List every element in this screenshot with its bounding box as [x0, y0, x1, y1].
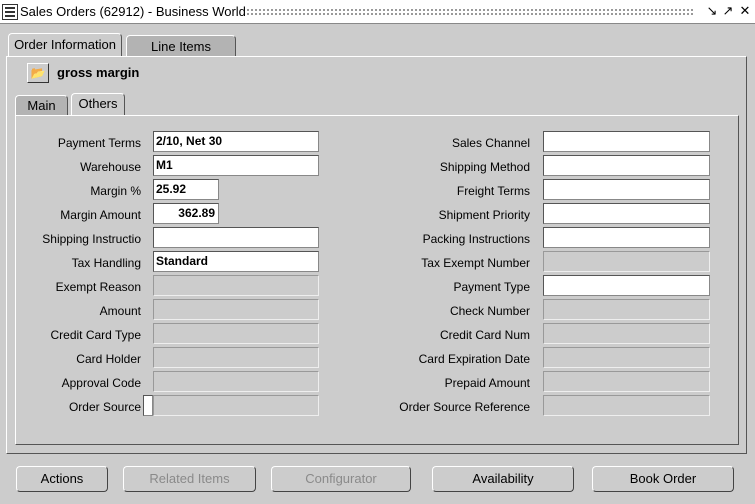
tax-handling-field[interactable]: Standard	[153, 251, 319, 272]
shipment-priority-field[interactable]	[543, 203, 710, 224]
order-source-label: Order Source	[68, 400, 141, 414]
tax-handling-label: Tax Handling	[71, 256, 141, 270]
actions-button[interactable]: Actions	[16, 466, 108, 492]
availability-button[interactable]: Availability	[432, 466, 574, 492]
tab-label: Main	[27, 98, 56, 113]
open-folder-icon[interactable]: 📂	[27, 63, 49, 83]
freight-terms-field[interactable]	[543, 179, 710, 200]
margin-percent-field[interactable]: 25.92	[153, 179, 219, 200]
window-title-bar[interactable]: Sales Orders (62912) - Business World ↘ …	[0, 0, 755, 24]
related-items-button[interactable]: Related Items	[123, 466, 256, 492]
amount-label: Amount	[99, 304, 141, 318]
order-source-reference-label: Order Source Reference	[399, 400, 530, 414]
exempt-reason-label: Exempt Reason	[55, 280, 141, 294]
payment-terms-label: Payment Terms	[57, 136, 141, 150]
prepaid-amount-field[interactable]	[543, 371, 710, 392]
sales-channel-label: Sales Channel	[451, 136, 530, 150]
configurator-button[interactable]: Configurator	[271, 466, 411, 492]
title-bar-grip	[246, 8, 693, 16]
packing-instructions-label: Packing Instructions	[422, 232, 530, 246]
shipping-instructions-field[interactable]	[153, 227, 319, 248]
payment-type-label: Payment Type	[453, 280, 531, 294]
shipping-method-field[interactable]	[543, 155, 710, 176]
order-information-panel: 📂 gross margin Main Others Payment Terms…	[6, 56, 747, 454]
tab-main[interactable]: Main	[15, 95, 68, 115]
approval-code-field[interactable]	[153, 371, 319, 392]
card-holder-label: Card Holder	[76, 352, 141, 366]
minimize-icon[interactable]: ↘	[704, 3, 720, 19]
freight-terms-label: Freight Terms	[456, 184, 530, 198]
credit-card-type-field[interactable]	[153, 323, 319, 344]
tab-line-items[interactable]: Line Items	[126, 35, 236, 57]
shipping-method-label: Shipping Method	[439, 160, 530, 174]
check-number-field[interactable]	[543, 299, 710, 320]
card-expiration-date-label: Card Expiration Date	[418, 352, 530, 366]
order-source-indicator	[143, 395, 153, 416]
order-source-reference-field[interactable]	[543, 395, 710, 416]
warehouse-label: Warehouse	[80, 160, 141, 174]
packing-instructions-field[interactable]	[543, 227, 710, 248]
book-order-button[interactable]: Book Order	[592, 466, 734, 492]
tab-others[interactable]: Others	[71, 93, 125, 115]
margin-amount-field[interactable]: 362.89	[153, 203, 219, 224]
payment-type-field[interactable]	[543, 275, 710, 296]
margin-percent-label: Margin %	[90, 184, 141, 198]
warehouse-field[interactable]: M1	[153, 155, 319, 176]
oracle-forms-icon	[2, 4, 18, 20]
maximize-icon[interactable]: ↗	[720, 3, 736, 19]
tax-exempt-number-label: Tax Exempt Number	[421, 256, 530, 270]
shipment-priority-label: Shipment Priority	[438, 208, 530, 222]
order-source-field[interactable]	[153, 395, 319, 416]
card-expiration-date-field[interactable]	[543, 347, 710, 368]
sales-channel-field[interactable]	[543, 131, 710, 152]
credit-card-type-label: Credit Card Type	[50, 328, 142, 342]
tab-label: Line Items	[151, 39, 211, 54]
credit-card-num-label: Credit Card Num	[439, 328, 530, 342]
close-icon[interactable]: ✕	[737, 3, 753, 19]
amount-field[interactable]	[153, 299, 319, 320]
tab-label: Order Information	[14, 37, 116, 52]
card-holder-field[interactable]	[153, 347, 319, 368]
prepaid-amount-label: Prepaid Amount	[444, 376, 530, 390]
shipping-instructions-label: Shipping Instructio	[42, 232, 141, 246]
window-title: Sales Orders (62912) - Business World	[20, 4, 246, 19]
tax-exempt-number-field[interactable]	[543, 251, 710, 272]
order-header-title: gross margin	[57, 65, 140, 80]
tab-label: Others	[78, 96, 118, 111]
others-panel: Payment Terms 2/10, Net 30 Warehouse M1 …	[15, 115, 739, 445]
check-number-label: Check Number	[449, 304, 530, 318]
exempt-reason-field[interactable]	[153, 275, 319, 296]
tab-order-information[interactable]: Order Information	[8, 33, 122, 57]
margin-amount-label: Margin Amount	[60, 208, 141, 222]
payment-terms-field[interactable]: 2/10, Net 30	[153, 131, 319, 152]
approval-code-label: Approval Code	[61, 376, 141, 390]
credit-card-num-field[interactable]	[543, 323, 710, 344]
